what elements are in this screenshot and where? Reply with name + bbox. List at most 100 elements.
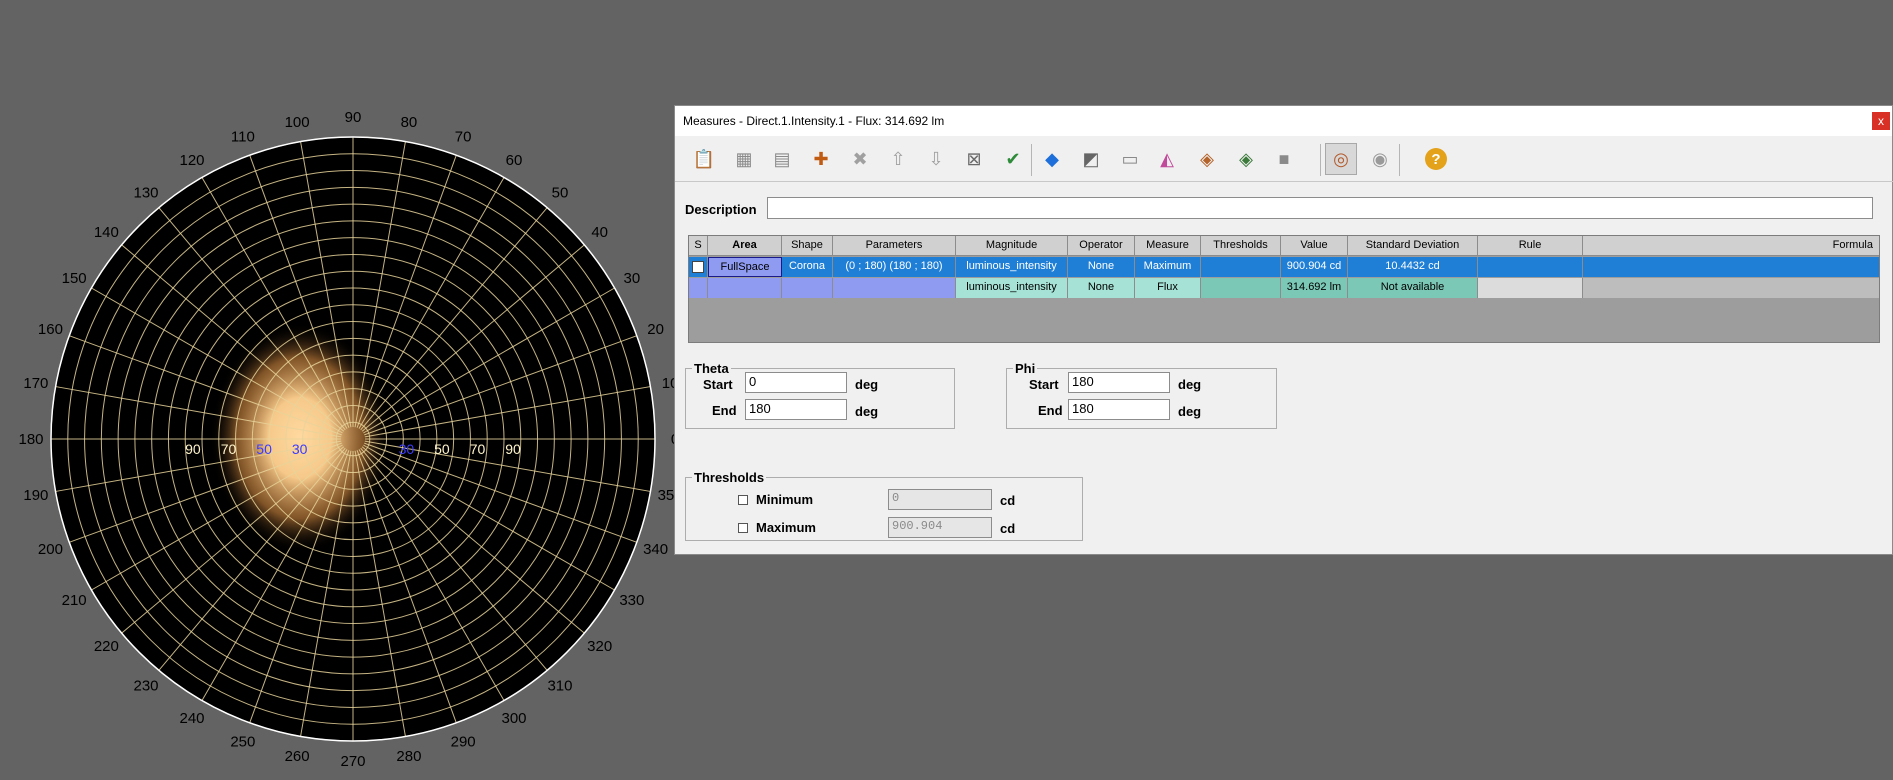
help-icon[interactable]: ?	[1425, 148, 1447, 170]
phi-start-input[interactable]: 180	[1068, 372, 1170, 393]
theta-start-input[interactable]: 0	[745, 372, 847, 393]
radial-label: 30	[292, 441, 308, 457]
phi-end-input[interactable]: 180	[1068, 399, 1170, 420]
angle-label: 340	[643, 541, 668, 558]
clear-icon[interactable]: ⊠	[958, 143, 990, 175]
angle-label: 160	[38, 321, 63, 338]
add-measure-icon[interactable]: ✚	[805, 143, 837, 175]
polar-intensity-map[interactable]: 0102030405060708090100110120130140150160…	[0, 0, 674, 780]
angle-label: 100	[285, 114, 310, 131]
description-label: Description	[685, 202, 757, 217]
angle-label: 210	[62, 592, 87, 609]
measures-table: S Area Shape Parameters Magnitude Operator Mea…	[688, 235, 1880, 343]
color-diamond-icon[interactable]: ◆	[1036, 143, 1068, 175]
column-header-measure[interactable]: Measure	[1135, 236, 1201, 256]
radial-label: 50	[256, 441, 272, 457]
angle-label: 50	[552, 184, 569, 201]
cell-area: FullSpace	[708, 257, 782, 277]
angle-label: 200	[38, 541, 63, 558]
column-header-area[interactable]: Area	[708, 236, 782, 256]
column-header-thresholds[interactable]: Thresholds	[1201, 236, 1281, 256]
theta-start-label: Start	[703, 377, 733, 392]
maximum-label: Maximum	[756, 520, 816, 535]
toolbar-divider	[675, 181, 1893, 182]
angle-label: 270	[340, 753, 365, 770]
angle-label: 120	[179, 152, 204, 169]
cell-thresholds	[1201, 278, 1281, 298]
column-header-shape[interactable]: Shape	[782, 236, 833, 256]
angle-label: 30	[624, 270, 641, 287]
close-button[interactable]: x	[1872, 112, 1890, 130]
validate-icon[interactable]: ✔	[997, 143, 1029, 175]
column-header-operator[interactable]: Operator	[1068, 236, 1135, 256]
angle-label: 330	[619, 592, 644, 609]
theta-end-input[interactable]: 180	[745, 399, 847, 420]
cell-magnitude: luminous_intensity	[956, 257, 1068, 277]
radial-label: 50	[434, 441, 450, 457]
cell-operator: None	[1068, 257, 1135, 277]
table-row[interactable]: luminous_intensity None Flux 314.692 lm Not …	[689, 278, 1879, 298]
cell-shape	[782, 278, 833, 298]
cell-standard-deviation: Not available	[1348, 278, 1478, 298]
column-header-magnitude[interactable]: Magnitude	[956, 236, 1068, 256]
cell-operator: None	[1068, 278, 1135, 298]
import-icon[interactable]: 📋	[688, 143, 720, 175]
phi-start-unit: deg	[1178, 377, 1202, 392]
angle-label: 300	[501, 710, 526, 727]
maximum-unit: cd	[1000, 521, 1016, 536]
gray-square-icon[interactable]: ■	[1268, 143, 1300, 175]
title-bar[interactable]: Measures - Direct.1.Intensity.1 - Flux: …	[675, 106, 1892, 136]
cell-shape: Corona	[782, 257, 833, 277]
angle-label: 90	[345, 109, 362, 126]
angle-label: 250	[230, 734, 255, 751]
select-cell[interactable]	[689, 278, 708, 298]
select-cell[interactable]	[689, 257, 708, 277]
phi-legend: Phi	[1015, 361, 1036, 376]
angle-label: 140	[94, 224, 119, 241]
surface-display-icon[interactable]: ◈	[1230, 143, 1262, 175]
cell-magnitude: luminous_intensity	[956, 278, 1068, 298]
gradient-icon[interactable]: ◩	[1075, 143, 1107, 175]
column-header-standard-deviation[interactable]: Standard Deviation	[1348, 236, 1478, 256]
color-triangle-icon[interactable]: ◭	[1151, 143, 1183, 175]
angle-label: 310	[547, 678, 572, 695]
window-title: Measures - Direct.1.Intensity.1 - Flux: …	[683, 114, 945, 128]
move-down-icon[interactable]: ⇩	[920, 143, 952, 175]
grid-icon[interactable]: ▦	[728, 143, 760, 175]
theta-end-unit: deg	[855, 404, 879, 419]
angle-label: 60	[506, 152, 523, 169]
surface-3d-icon[interactable]: ◈	[1191, 143, 1223, 175]
column-header-value[interactable]: Value	[1281, 236, 1348, 256]
multi-grid-icon[interactable]: ▤	[766, 143, 798, 175]
maximum-checkbox[interactable]	[738, 523, 748, 533]
global-area-icon[interactable]: ◎	[1325, 143, 1357, 175]
angle-label: 40	[591, 224, 608, 241]
global-measure-icon[interactable]: ◉	[1364, 143, 1396, 175]
monitor-icon[interactable]: ▭	[1114, 143, 1146, 175]
move-up-icon[interactable]: ⇧	[882, 143, 914, 175]
delete-measure-icon[interactable]: ✖	[844, 143, 876, 175]
cell-rule	[1478, 257, 1583, 277]
radial-label: 70	[221, 441, 237, 457]
angle-label: 260	[285, 748, 310, 765]
table-row[interactable]: FullSpace Corona (0 ; 180) (180 ; 180) lumi…	[689, 257, 1879, 277]
angle-label: 280	[396, 748, 421, 765]
angle-label: 20	[647, 321, 664, 338]
row-select-checkbox[interactable]	[692, 261, 704, 273]
column-header-parameters[interactable]: Parameters	[833, 236, 956, 256]
description-input[interactable]	[767, 197, 1873, 219]
column-header-formula[interactable]: Formula	[1583, 236, 1879, 256]
maximum-input[interactable]: 900.904	[888, 517, 992, 538]
minimum-input[interactable]: 0	[888, 489, 992, 510]
angle-label: 190	[23, 487, 48, 504]
toolbar-separator	[1031, 144, 1032, 176]
measures-window: Measures - Direct.1.Intensity.1 - Flux: …	[674, 105, 1893, 555]
angle-label: 180	[18, 431, 43, 448]
column-header-rule[interactable]: Rule	[1478, 236, 1583, 256]
column-header-s[interactable]: S	[689, 236, 708, 256]
intensity-hotspot	[210, 323, 390, 553]
cell-measure: Flux	[1135, 278, 1201, 298]
minimum-checkbox[interactable]	[738, 495, 748, 505]
cell-rule	[1478, 278, 1583, 298]
angle-label: 230	[134, 678, 159, 695]
